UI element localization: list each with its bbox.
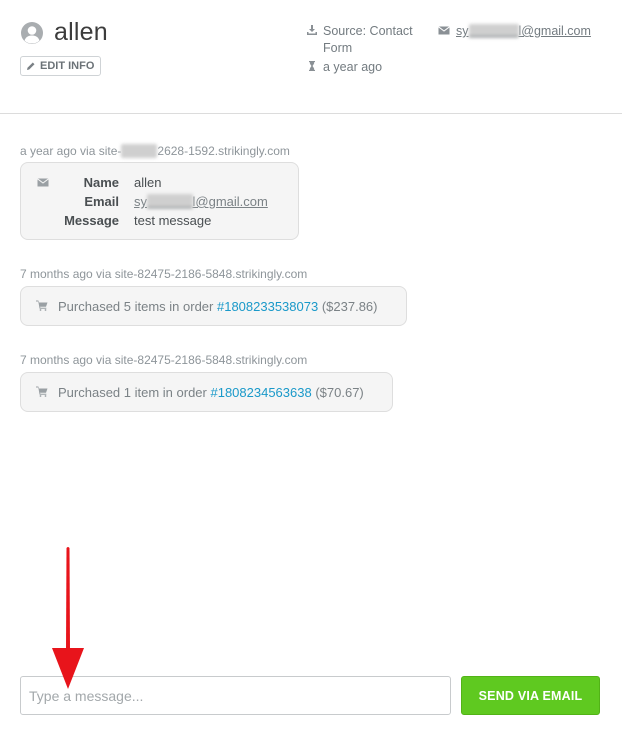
send-via-email-button[interactable]: SEND VIA EMAIL [461, 676, 600, 715]
timestamp-suffix: 2628-1592.strikingly.com [157, 144, 290, 158]
order-card: Purchased 1 item in order #1808234563638… [20, 372, 393, 412]
source-label: Source: Contact Form [323, 24, 413, 55]
form-name-value: allen [134, 175, 162, 190]
download-icon [307, 25, 317, 35]
form-email-value[interactable]: syxxxxxxxl@gmail.com [134, 192, 268, 211]
order-summary: Purchased 1 item in order #1808234563638… [58, 385, 364, 400]
order-amount: ($237.86) [321, 299, 378, 314]
order-link[interactable]: #1808233538073 [217, 299, 318, 314]
order-card: Purchased 5 items in order #180823353807… [20, 286, 407, 326]
created-time-label: a year ago [323, 60, 383, 74]
form-email-redacted: xxxxxxx [147, 194, 193, 209]
form-name-label: Name [83, 175, 119, 190]
form-message-value: test message [134, 213, 212, 228]
pencil-icon [27, 62, 35, 70]
contact-header: allen EDIT INFO Source: Contact Form a y… [0, 0, 622, 114]
avatar-icon [21, 22, 43, 44]
email-redacted: xxxxxxxx [468, 24, 519, 38]
contact-name: allen [54, 18, 108, 46]
order-summary: Purchased 5 items in order #180823353807… [58, 299, 378, 314]
email-suffix: l@gmail.com [518, 24, 591, 38]
activity-timestamp: 7 months ago via site-82475-2186-5848.st… [20, 353, 308, 367]
activity-timestamp: a year ago via site-xxxxxx2628-1592.stri… [20, 144, 290, 158]
form-message-label: Message [64, 213, 119, 228]
order-amount: ($70.67) [315, 385, 364, 400]
contact-email-link[interactable]: syxxxxxxxxl@gmail.com [456, 23, 591, 39]
timestamp-redacted: xxxxxx [121, 144, 158, 158]
activity-timestamp: 7 months ago via site-82475-2186-5848.st… [20, 267, 308, 281]
edit-info-label: EDIT INFO [40, 60, 95, 72]
form-submission-card: Name allen Email syxxxxxxxl@gmail.com Me… [20, 162, 299, 240]
shopping-cart-icon [36, 300, 48, 311]
order-link[interactable]: #1808234563638 [210, 385, 311, 400]
hourglass-icon [309, 61, 315, 71]
order-text: Purchased 1 item in order [58, 385, 207, 400]
order-text: Purchased 5 items in order [58, 299, 214, 314]
edit-info-button[interactable]: EDIT INFO [20, 56, 102, 76]
form-email-suffix: l@gmail.com [192, 194, 268, 209]
timestamp-prefix: a year ago via site- [20, 144, 122, 158]
email-prefix: sy [456, 24, 469, 38]
form-email-label: Email [84, 194, 119, 209]
shopping-cart-icon [36, 386, 48, 397]
form-email-prefix: sy [134, 194, 147, 209]
annotation-arrow-icon [52, 547, 84, 689]
envelope-icon [438, 26, 450, 35]
